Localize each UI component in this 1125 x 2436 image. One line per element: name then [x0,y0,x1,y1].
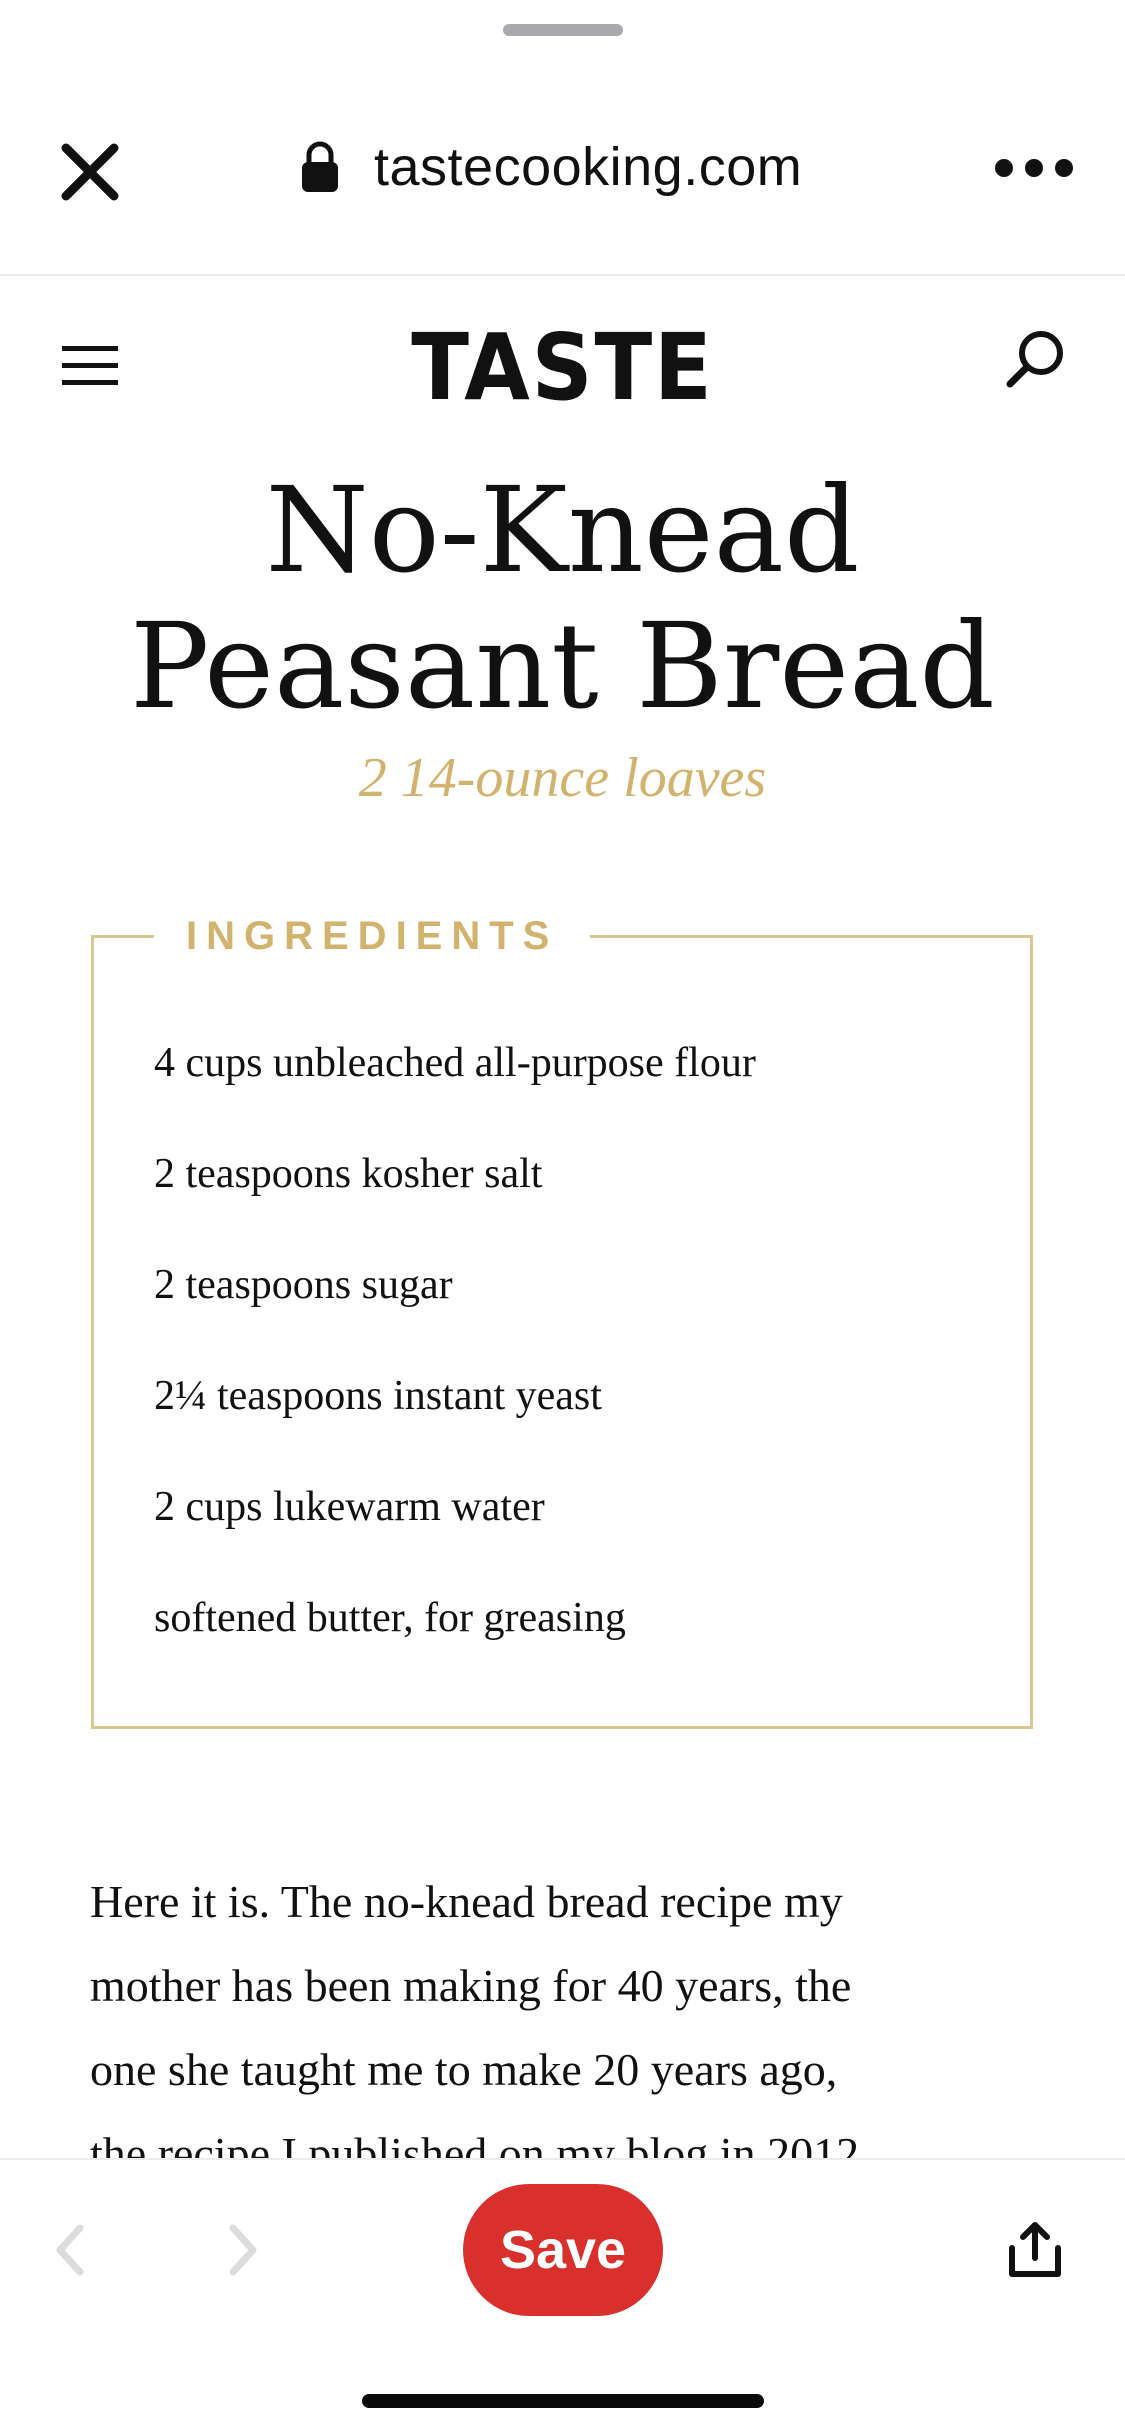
save-button[interactable]: Save [463,2184,663,2316]
more-options-button[interactable] [994,150,1074,186]
url-field[interactable]: tastecooking.com [300,132,802,202]
close-icon [61,143,119,201]
share-icon [1009,2222,1061,2277]
forward-icon [229,2224,257,2276]
site-header: TASTE [0,276,1125,446]
forward-button[interactable] [225,2220,261,2280]
share-button[interactable] [1006,2220,1064,2280]
article-line: Here it is. The no-knead bread recipe my [90,1876,843,1927]
article-intro: Here it is. The no-knead bread recipe my… [90,1860,1050,2160]
ingredient-item: 2 teaspoons kosher salt [154,1151,543,1197]
article-line: mother has been making for 40 years, the [90,1960,852,2011]
lock-icon [302,141,338,192]
ingredient-list: 4 cups unbleached all-purpose flour 2 te… [154,1036,756,1674]
search-button[interactable] [1004,328,1066,390]
recipe-yield: 2 14-ounce loaves [358,747,767,809]
ingredients-box: INGREDIENTS 4 cups unbleached all-purpos… [91,904,1033,1729]
close-button[interactable] [58,140,122,204]
site-logo[interactable]: TASTE [45,314,1080,421]
home-indicator[interactable] [362,2394,764,2408]
search-icon [1006,331,1063,388]
recipe-title: No-Knead Peasant Bread [0,462,1125,734]
ingredient-item: 2 teaspoons sugar [154,1262,453,1308]
article-line: one she taught me to make 20 years ago, [90,2044,838,2095]
recipe-title-line1: No-Knead [265,461,860,599]
browser-address-bar: tastecooking.com [0,0,1125,276]
ingredient-item: 2 cups lukewarm water [154,1484,545,1530]
article-line: the recipe I published on my blog in 201… [90,2128,860,2160]
recipe-title-line2: Peasant Bread [130,597,995,735]
ingredient-item: 2¼ teaspoons instant yeast [154,1373,602,1419]
ingredient-item: softened butter, for greasing [154,1595,626,1641]
back-icon [56,2224,84,2276]
ingredients-label: INGREDIENTS [154,904,591,968]
more-icon [995,159,1073,177]
url-text: tastecooking.com [374,137,803,197]
back-button[interactable] [52,2220,88,2280]
ingredient-item: 4 cups unbleached all-purpose flour [154,1040,756,1086]
